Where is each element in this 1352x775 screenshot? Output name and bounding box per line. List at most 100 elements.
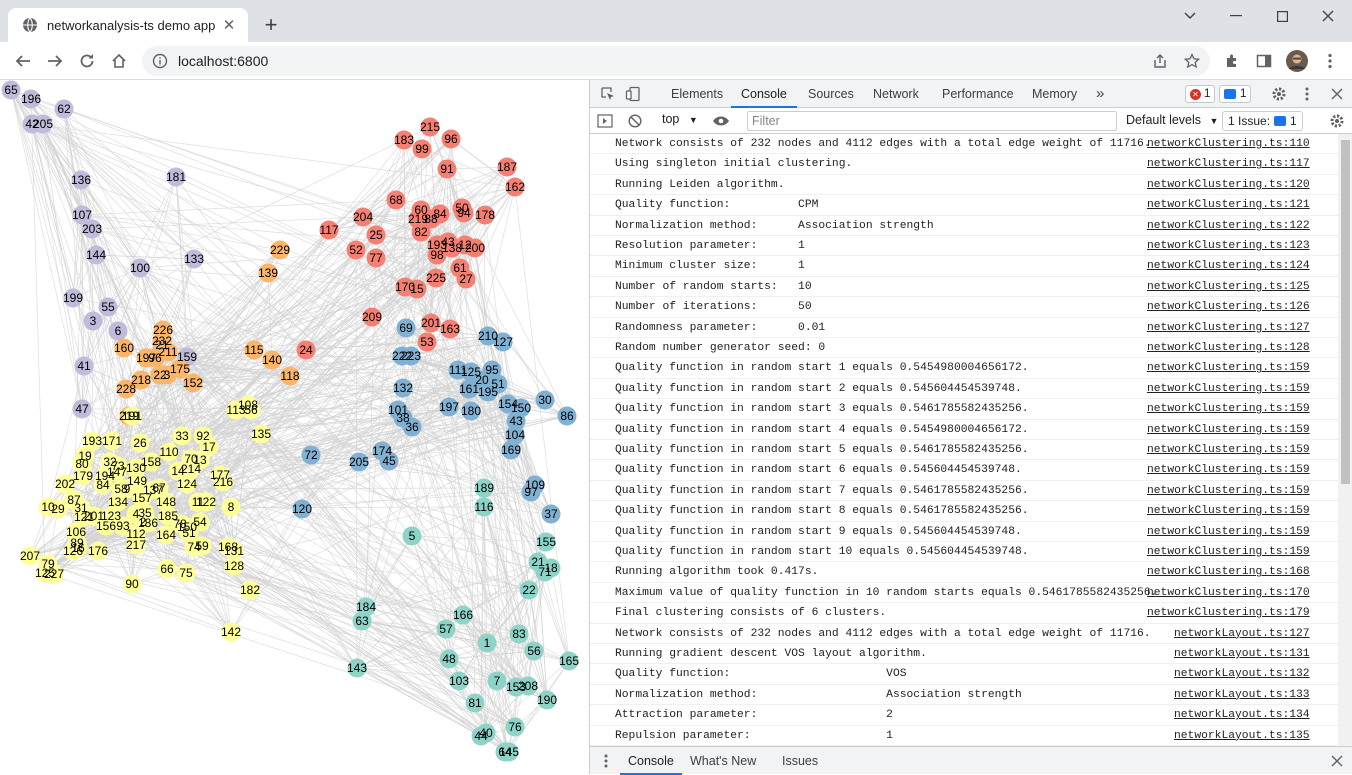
home-button[interactable] — [105, 47, 133, 75]
clear-console-icon[interactable] — [625, 111, 645, 131]
close-tab-icon[interactable]: ✕ — [220, 16, 238, 34]
close-devtools-icon[interactable] — [1327, 84, 1347, 104]
source-link[interactable]: networkClustering.ts:159 — [1147, 501, 1310, 521]
devtools-tab-console[interactable]: Console — [731, 80, 797, 108]
node-label: 43 — [509, 414, 523, 428]
source-link[interactable]: networkClustering.ts:110 — [1147, 134, 1310, 154]
close-window-button[interactable] — [1304, 0, 1352, 32]
source-link[interactable]: networkClustering.ts:126 — [1147, 297, 1310, 317]
devtools-tab-elements[interactable]: Elements — [671, 80, 723, 108]
info-icon[interactable] — [152, 53, 168, 69]
source-link[interactable]: networkClustering.ts:159 — [1147, 358, 1310, 378]
devtools-menu-icon[interactable] — [1297, 84, 1317, 104]
forward-button[interactable] — [41, 47, 69, 75]
console-message-text: Quality function in random start 4 equal… — [615, 423, 1029, 436]
node-label: 17 — [202, 440, 216, 454]
address-bar[interactable]: localhost:6800 — [142, 46, 1210, 76]
network-canvas[interactable]: 651966242205136 1811072031441001331995536… — [0, 80, 589, 774]
node-label: 175 — [170, 362, 190, 376]
node-label: 57 — [439, 622, 453, 636]
error-count-badge[interactable]: ✕ 1 — [1185, 85, 1216, 103]
maximize-window-button[interactable] — [1258, 0, 1306, 32]
log-levels-dropdown[interactable]: Default levels ▼ — [1126, 113, 1218, 127]
source-link[interactable]: networkLayout.ts:133 — [1174, 685, 1310, 705]
drawer-menu-icon[interactable] — [596, 751, 616, 771]
devtools-tab-performance[interactable]: Performance — [942, 80, 1014, 108]
device-toolbar-icon[interactable] — [623, 84, 643, 104]
minimize-window-button[interactable] — [1212, 0, 1260, 32]
close-drawer-icon[interactable] — [1327, 751, 1347, 771]
source-link[interactable]: networkClustering.ts:128 — [1147, 338, 1310, 358]
source-link[interactable]: networkClustering.ts:125 — [1147, 277, 1310, 297]
console-message: Quality function in random start 9 equal… — [590, 522, 1338, 542]
console-filter-input[interactable]: Filter — [747, 111, 1117, 131]
source-link[interactable]: networkClustering.ts:117 — [1147, 154, 1310, 174]
avatar-icon — [1286, 50, 1308, 72]
source-link[interactable]: networkLayout.ts:127 — [1174, 624, 1310, 644]
browser-menu-button[interactable] — [1316, 47, 1344, 75]
source-link[interactable]: networkLayout.ts:134 — [1174, 705, 1310, 725]
context-selector[interactable]: top ▼ — [662, 112, 698, 126]
source-link[interactable]: networkClustering.ts:120 — [1147, 175, 1310, 195]
node-label: 169 — [501, 443, 521, 457]
extensions-button[interactable] — [1218, 47, 1246, 75]
source-link[interactable]: networkClustering.ts:159 — [1147, 399, 1310, 419]
source-link[interactable]: networkClustering.ts:168 — [1147, 562, 1310, 582]
drawer-tab-console[interactable]: Console — [620, 747, 682, 775]
console-scrollbar[interactable] — [1338, 134, 1352, 746]
console-message-text: Normalization method: Association streng… — [615, 219, 934, 232]
console-message: Running Leiden algorithm. networkClusteri… — [590, 175, 1338, 196]
drawer-tab-issues[interactable]: Issues — [782, 747, 818, 775]
network-visualization[interactable]: 65 196 62 42 205 136 181 107 203 144 100 133 199 55 3 6… — [0, 80, 589, 774]
source-link[interactable]: networkClustering.ts:123 — [1147, 236, 1310, 256]
source-link[interactable]: networkClustering.ts:159 — [1147, 481, 1310, 501]
source-link[interactable]: networkClustering.ts:127 — [1147, 318, 1310, 338]
console-message-text: Randomness parameter: 0.01 — [615, 321, 826, 334]
scrollbar-thumb[interactable] — [1341, 140, 1350, 484]
source-link[interactable]: networkClustering.ts:159 — [1147, 440, 1310, 460]
source-link[interactable]: networkClustering.ts:124 — [1147, 256, 1310, 276]
browser-tab-active[interactable]: networkanalysis-ts demo app ✕ — [8, 8, 248, 42]
live-expression-eye-icon[interactable] — [711, 111, 731, 131]
devtools-tab-sources[interactable]: Sources — [808, 80, 854, 108]
back-button[interactable] — [9, 47, 37, 75]
source-link[interactable]: networkClustering.ts:170 — [1147, 583, 1310, 603]
bookmark-star-icon[interactable] — [1184, 53, 1200, 69]
source-link[interactable]: networkClustering.ts:179 — [1147, 603, 1310, 623]
devtools-tab-network[interactable]: Network — [873, 80, 919, 108]
node-label: 176 — [88, 544, 108, 558]
drawer-tab-whats-new[interactable]: What's New — [690, 747, 756, 775]
node-label: 214 — [181, 462, 201, 476]
devtools-tab-memory[interactable]: Memory — [1032, 80, 1077, 108]
console-message-text: Normalization method: Association streng… — [615, 688, 1022, 701]
tab-strip: networkanalysis-ts demo app ✕ + — [0, 0, 1352, 42]
source-link[interactable]: networkClustering.ts:159 — [1147, 379, 1310, 399]
more-tabs-button[interactable]: » — [1096, 80, 1104, 108]
console-log[interactable]: Network consists of 232 nodes and 4112 e… — [590, 134, 1338, 746]
profile-avatar[interactable] — [1283, 47, 1311, 75]
inspect-element-icon[interactable] — [598, 84, 618, 104]
source-link[interactable]: networkLayout.ts:135 — [1174, 726, 1310, 746]
console-settings-gear-icon[interactable] — [1327, 111, 1347, 131]
share-icon[interactable] — [1152, 53, 1168, 69]
node-label: 122 — [196, 495, 216, 509]
source-link[interactable]: networkClustering.ts:159 — [1147, 522, 1310, 542]
source-link[interactable]: networkLayout.ts:132 — [1174, 664, 1310, 684]
sidebar-toggle-icon[interactable] — [595, 111, 615, 131]
tab-search-icon[interactable] — [1166, 0, 1214, 32]
source-link[interactable]: networkLayout.ts:131 — [1174, 644, 1310, 664]
reload-button[interactable] — [73, 47, 101, 75]
issues-button[interactable]: 1 Issue: 1 — [1222, 111, 1303, 131]
console-message: Quality function in random start 7 equal… — [590, 481, 1338, 502]
console-message-text: Number of random starts: 10 — [615, 280, 812, 293]
source-link[interactable]: networkClustering.ts:159 — [1147, 460, 1310, 480]
side-panel-button[interactable] — [1250, 47, 1278, 75]
source-link[interactable]: networkClustering.ts:121 — [1147, 195, 1310, 215]
source-link[interactable]: networkClustering.ts:122 — [1147, 216, 1310, 236]
message-count-badge[interactable]: 1 — [1219, 85, 1252, 103]
source-link[interactable]: networkClustering.ts:159 — [1147, 542, 1310, 562]
source-link[interactable]: networkClustering.ts:159 — [1147, 420, 1310, 440]
node-label: 144 — [86, 248, 106, 262]
new-tab-button[interactable]: + — [258, 12, 284, 38]
settings-gear-icon[interactable] — [1269, 84, 1289, 104]
